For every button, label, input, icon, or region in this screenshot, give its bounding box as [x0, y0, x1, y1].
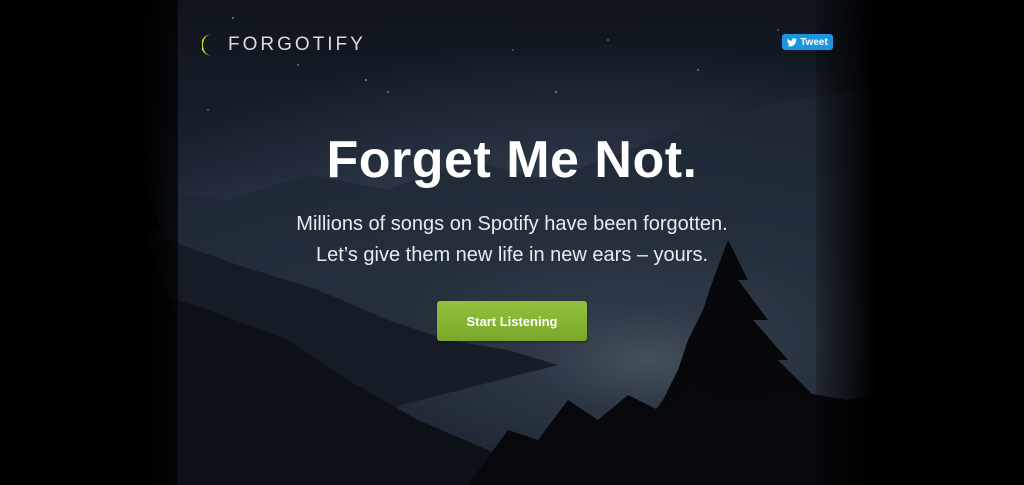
hero-background	[88, 0, 936, 485]
logo[interactable]: FORGOTIFY	[202, 33, 366, 57]
tweet-button[interactable]: Tweet	[782, 34, 833, 50]
start-listening-button[interactable]: Start Listening	[437, 301, 587, 341]
crescent-moon-icon	[202, 34, 212, 56]
hero-subline-1: Millions of songs on Spotify have been f…	[296, 213, 728, 235]
stars	[207, 17, 779, 111]
brand-name: FORGOTIFY	[228, 34, 366, 55]
hero-subline-2: Let’s give them new life in new ears – y…	[315, 244, 709, 266]
right-vignette	[816, 0, 936, 485]
night-forest-scene	[88, 17, 936, 485]
twitter-bird-icon	[787, 37, 798, 46]
hero-headline: Forget Me Not.	[326, 131, 698, 189]
left-vignette	[88, 0, 178, 485]
tweet-label: Tweet	[800, 36, 828, 48]
